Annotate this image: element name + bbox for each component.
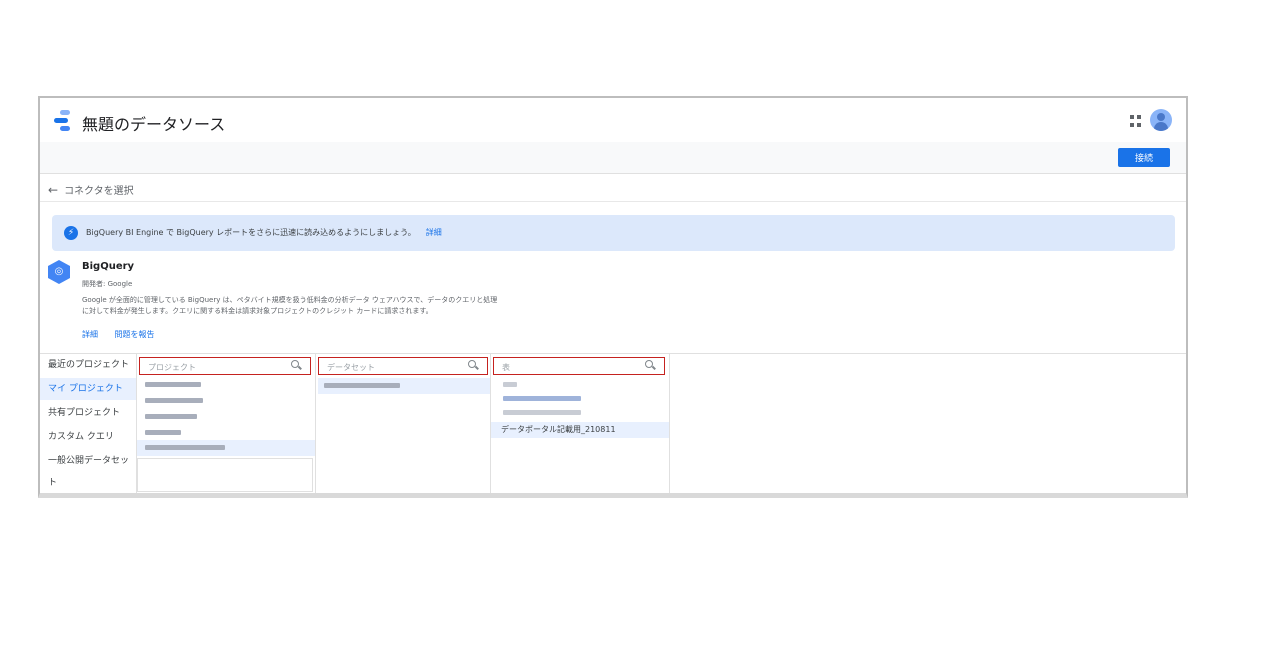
- list-item[interactable]: [139, 426, 315, 440]
- top-bar: 無題のデータソース: [40, 98, 1186, 143]
- list-item[interactable]: [493, 406, 669, 420]
- back-to-connectors-link[interactable]: ← コネクタを選択: [48, 182, 134, 197]
- sidebar-item-recent-projects[interactable]: 最近のプロジェクト: [40, 354, 136, 376]
- bolt-icon: ⚡: [64, 226, 78, 240]
- table-name: データポータル記載用_210811: [501, 425, 616, 434]
- list-item-selected[interactable]: データポータル記載用_210811: [491, 422, 669, 438]
- search-icon[interactable]: [644, 359, 656, 371]
- list-item[interactable]: [493, 378, 669, 392]
- sidebar-item-shared-projects[interactable]: 共有プロジェクト: [40, 402, 136, 424]
- project-source-sidebar: 最近のプロジェクト マイ プロジェクト 共有プロジェクト カスタム クエリ 一般…: [40, 354, 136, 493]
- apps-grid-icon[interactable]: [1130, 115, 1142, 127]
- search-icon[interactable]: [290, 359, 302, 371]
- sidebar-item-public-datasets[interactable]: 一般公開データセット: [40, 450, 136, 488]
- project-search-input[interactable]: プロジェクト: [139, 357, 311, 375]
- list-item[interactable]: [493, 392, 669, 406]
- list-footer: [137, 458, 313, 492]
- projects-column: プロジェクト: [136, 354, 315, 493]
- arrow-left-icon: ←: [48, 183, 59, 197]
- sidebar-item-my-projects[interactable]: マイ プロジェクト: [40, 378, 136, 400]
- dataset-search-input[interactable]: データセット: [318, 357, 488, 375]
- tables-column: 表 データポータル記載用_210811: [490, 354, 670, 493]
- datasets-column: データセット: [315, 354, 490, 493]
- banner-text: BigQuery BI Engine で BigQuery レポートをさらに迅速…: [86, 228, 416, 237]
- banner-details-link[interactable]: 詳細: [426, 228, 442, 237]
- back-label: コネクタを選択: [64, 186, 134, 197]
- connect-button[interactable]: 接続: [1118, 148, 1170, 167]
- toolbar: 接続: [40, 142, 1186, 174]
- connector-links: 詳細 問題を報告: [82, 329, 169, 340]
- connector-developer: 開発者: Google: [82, 280, 133, 288]
- page-title[interactable]: 無題のデータソース: [82, 111, 225, 135]
- sidebar-item-custom-query[interactable]: カスタム クエリ: [40, 426, 136, 448]
- list-item[interactable]: [139, 378, 315, 392]
- connector-description: Google が全面的に管理している BigQuery は、ペタバイト規模を扱う…: [82, 296, 498, 315]
- bi-engine-banner: ⚡ BigQuery BI Engine で BigQuery レポートをさらに…: [52, 215, 1175, 251]
- connector-name: BigQuery: [82, 261, 135, 272]
- data-studio-logo-icon: [54, 110, 72, 132]
- table-search-input[interactable]: 表: [493, 357, 665, 375]
- data-source-window: 無題のデータソース 接続 ← コネクタを選択 ⚡ BigQuery BI Engi…: [38, 96, 1188, 498]
- list-item-selected[interactable]: [318, 378, 490, 394]
- search-icon[interactable]: [467, 359, 479, 371]
- divider: [40, 201, 1186, 202]
- report-issue-link[interactable]: 問題を報告: [115, 330, 155, 339]
- list-item[interactable]: [139, 410, 315, 424]
- list-item[interactable]: [139, 394, 315, 408]
- avatar[interactable]: [1150, 109, 1172, 131]
- list-item-selected[interactable]: [137, 440, 315, 456]
- details-link[interactable]: 詳細: [82, 330, 98, 339]
- bigquery-icon: ◎: [48, 260, 70, 284]
